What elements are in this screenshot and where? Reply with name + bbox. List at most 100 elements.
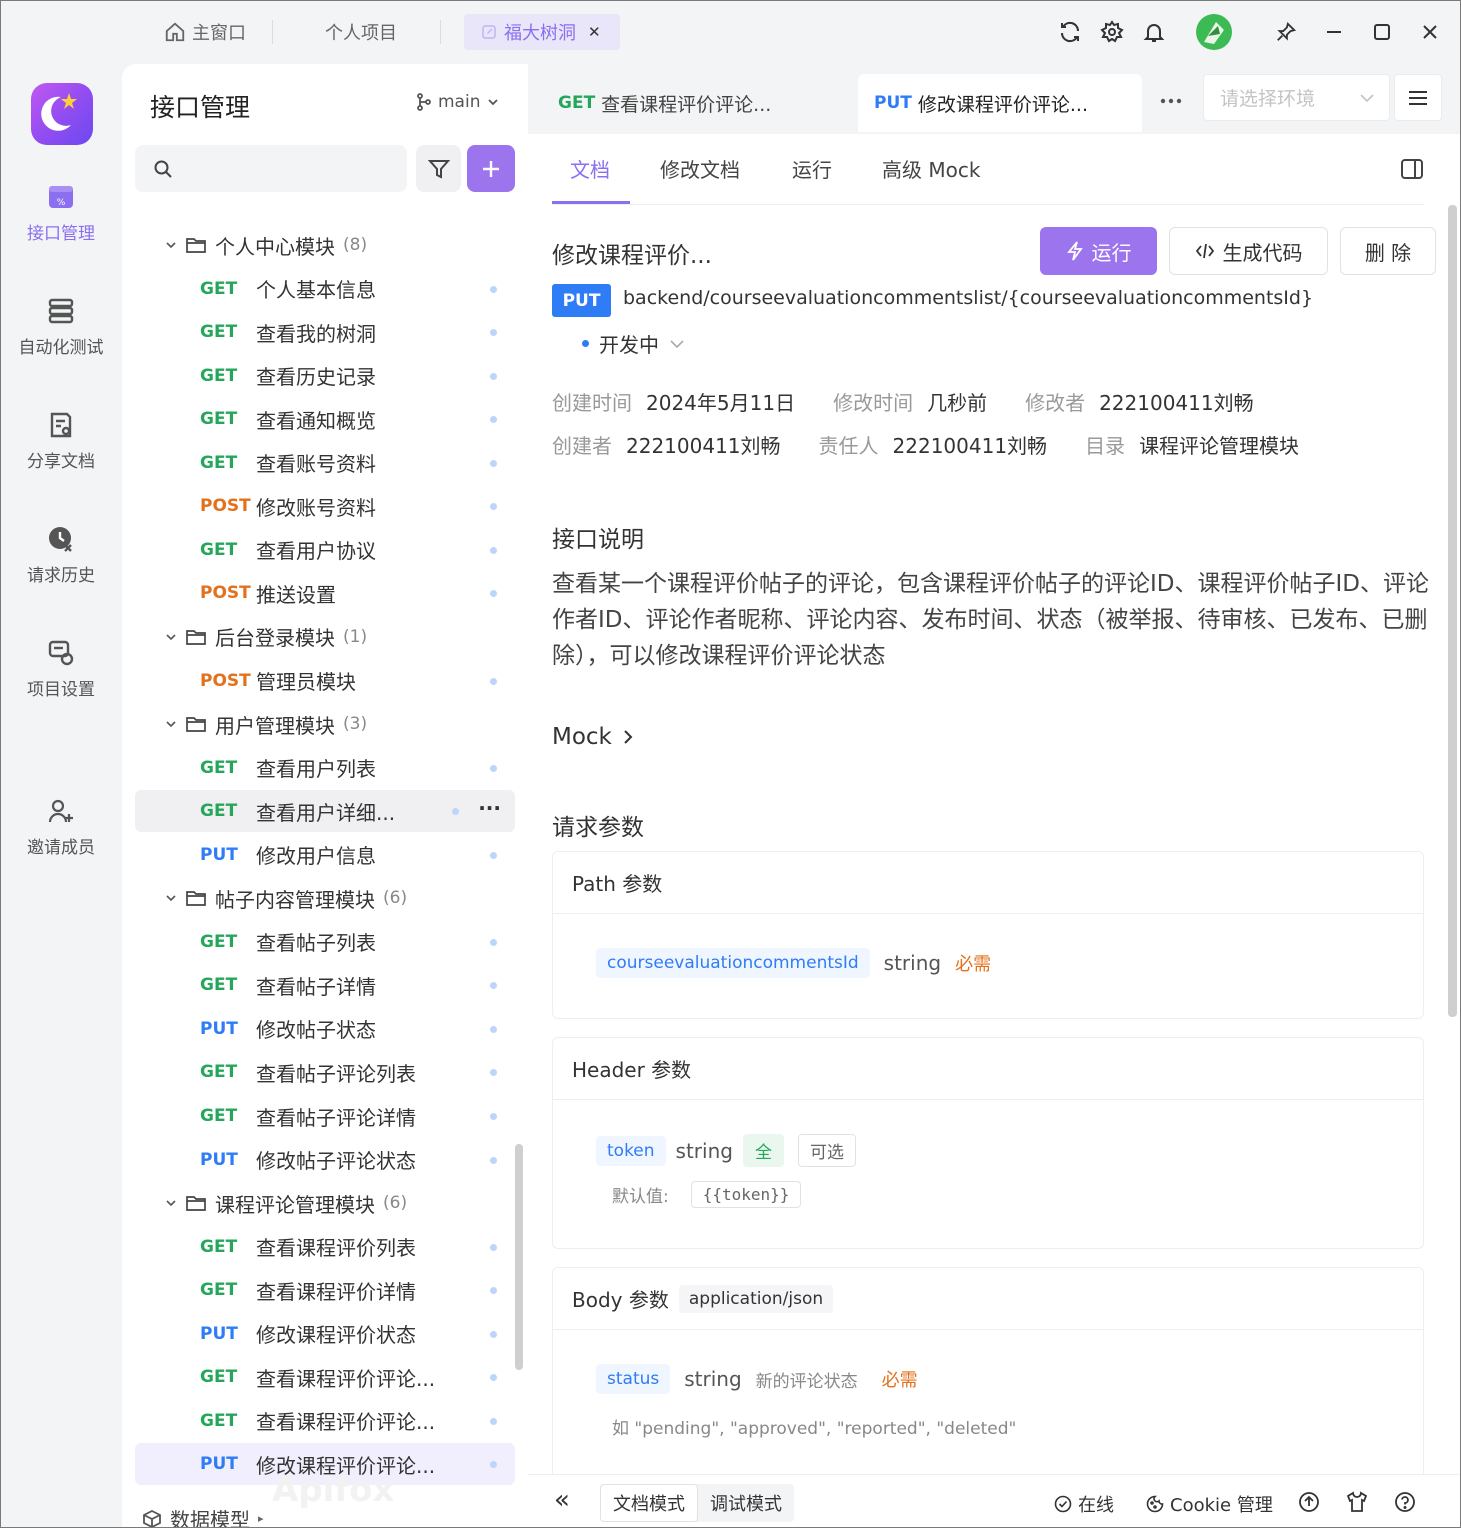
data-model-label: 数据模型 — [170, 1508, 250, 1528]
api-item[interactable]: GET 查看用户详细... ··· — [135, 790, 515, 833]
panel-toggle-icon[interactable] — [1400, 158, 1424, 180]
status-dot — [490, 1156, 497, 1164]
menu-button[interactable] — [1394, 74, 1442, 121]
api-name: 修改账号资料 — [256, 495, 376, 520]
method-label: GET — [200, 539, 238, 560]
run-button[interactable]: 运行 — [1040, 227, 1157, 275]
more-tabs-icon[interactable] — [1158, 88, 1184, 114]
api-name: 查看用户详细... — [256, 800, 396, 825]
maximize-icon[interactable] — [1368, 18, 1396, 46]
nav-request-history[interactable]: 请求历史 — [0, 525, 122, 586]
api-item[interactable]: GET 查看帖子评论列表 — [135, 1051, 515, 1093]
bell-icon[interactable] — [1140, 18, 1168, 46]
nav-api-management[interactable]: % 接口管理 — [0, 183, 122, 244]
tab-advanced-mock[interactable]: 高级 Mock — [882, 154, 980, 183]
api-item[interactable]: GET 查看帖子评论详情 — [135, 1095, 515, 1137]
body-params-card: Body 参数 application/json status string 新… — [552, 1267, 1424, 1507]
nav-project-settings[interactable]: 项目设置 — [0, 639, 122, 700]
add-api-button[interactable] — [467, 145, 515, 192]
status-dot — [490, 1243, 497, 1251]
refresh-icon[interactable] — [1056, 18, 1084, 46]
api-item[interactable]: POST 管理员模块 — [135, 660, 515, 702]
status-dot — [490, 677, 497, 685]
avatar[interactable] — [1196, 14, 1232, 50]
meta-value: 几秒前 — [927, 391, 988, 415]
tab-main-window[interactable]: 主窗口 — [164, 14, 246, 50]
tree-folder[interactable]: 用户管理模块 (3) — [135, 703, 515, 745]
folder-count: (1) — [343, 626, 368, 647]
api-item[interactable]: PUT 修改帖子评论状态 — [135, 1139, 515, 1181]
mock-section-toggle[interactable]: Mock — [552, 724, 634, 750]
chevron-down-icon — [166, 634, 176, 641]
api-name: 查看用户列表 — [256, 757, 376, 782]
upload-icon[interactable] — [1298, 1491, 1320, 1513]
tree-folder[interactable]: 个人中心模块 (8) — [135, 224, 515, 266]
api-item[interactable]: GET 查看帖子列表 — [135, 921, 515, 963]
environment-select[interactable]: 请选择环境 — [1203, 74, 1390, 121]
status-dot — [490, 1025, 497, 1033]
request-tab-put[interactable]: PUT 修改课程评价评论... — [858, 74, 1142, 132]
folder-name: 帖子内容管理模块 — [215, 887, 375, 912]
api-item[interactable]: POST 修改账号资料 — [135, 485, 515, 527]
gear-icon[interactable] — [1098, 18, 1126, 46]
api-item[interactable]: GET 查看课程评价详情 — [135, 1269, 515, 1311]
param-description: 新的评论状态 — [755, 1371, 858, 1392]
status-select[interactable]: 开发中 — [582, 329, 685, 358]
collapse-sidebar-icon[interactable]: « — [554, 1487, 570, 1513]
more-icon[interactable]: ··· — [478, 796, 501, 820]
search-input[interactable] — [135, 145, 407, 192]
tab-project-active[interactable]: 福大树洞 ✕ — [464, 14, 620, 50]
data-model-item[interactable]: 数据模型 ▸ — [142, 1504, 264, 1528]
help-icon[interactable] — [1394, 1491, 1416, 1513]
generate-code-button[interactable]: 生成代码 — [1169, 227, 1328, 275]
tshirt-icon[interactable] — [1346, 1491, 1368, 1513]
tab-personal-project[interactable]: 个人项目 — [325, 14, 397, 50]
doc-mode-button[interactable]: 文档模式 — [600, 1484, 698, 1522]
tab-run[interactable]: 运行 — [792, 154, 832, 183]
debug-mode-button[interactable]: 调试模式 — [698, 1484, 794, 1522]
api-item[interactable]: GET 查看课程评价列表 — [135, 1226, 515, 1268]
delete-button[interactable]: 删 除 — [1340, 227, 1436, 275]
api-item[interactable]: GET 查看账号资料 — [135, 442, 515, 484]
online-status[interactable]: 在线 — [1054, 1491, 1114, 1517]
api-item[interactable]: PUT 修改课程评价评论... — [135, 1443, 515, 1486]
tree-folder[interactable]: 课程评论管理模块 (6) — [135, 1182, 515, 1224]
tab-doc[interactable]: 文档 — [570, 154, 610, 183]
method-label: POST — [200, 670, 251, 691]
api-item[interactable]: GET 查看我的树洞 — [135, 311, 515, 353]
filter-button[interactable] — [416, 145, 461, 192]
api-item[interactable]: POST 推送设置 — [135, 572, 515, 614]
api-item[interactable]: GET 查看用户协议 — [135, 529, 515, 571]
cookie-manager[interactable]: Cookie 管理 — [1146, 1491, 1273, 1517]
api-item[interactable]: GET 查看历史记录 — [135, 355, 515, 397]
api-item[interactable]: GET 查看用户列表 — [135, 747, 515, 789]
window-close-icon[interactable] — [1416, 18, 1444, 46]
tab-edit-doc[interactable]: 修改文档 — [660, 154, 740, 183]
tree-folder[interactable]: 帖子内容管理模块 (6) — [135, 877, 515, 919]
branch-selector[interactable]: main — [416, 92, 500, 112]
api-item[interactable]: PUT 修改帖子状态 — [135, 1008, 515, 1050]
api-item[interactable]: PUT 修改课程评价状态 — [135, 1313, 515, 1355]
api-item[interactable]: GET 个人基本信息 — [135, 268, 515, 310]
doc-scrollbar[interactable] — [1448, 205, 1457, 1017]
api-item[interactable]: PUT 修改用户信息 — [135, 834, 515, 876]
api-item[interactable]: GET 查看通知概览 — [135, 398, 515, 440]
nav-label: 分享文档 — [27, 452, 95, 472]
api-name: 查看我的树洞 — [256, 321, 376, 346]
nav-invite-members[interactable]: 邀请成员 — [0, 797, 122, 858]
request-tab-get[interactable]: GET 查看课程评价评论... — [558, 74, 771, 132]
api-item[interactable]: GET 查看课程评价评论... — [135, 1356, 515, 1398]
api-item[interactable]: GET 查看课程评价评论... — [135, 1400, 515, 1442]
minimize-icon[interactable] — [1320, 18, 1348, 46]
close-icon[interactable]: ✕ — [588, 23, 601, 41]
tree-scrollbar[interactable] — [515, 1144, 523, 1370]
status-dot — [490, 1417, 497, 1425]
param-name: token — [596, 1135, 666, 1166]
tree-folder[interactable]: 后台登录模块 (1) — [135, 616, 515, 658]
nav-share-doc[interactable]: 分享文档 — [0, 411, 122, 472]
api-item[interactable]: GET 查看帖子详情 — [135, 964, 515, 1006]
nav-auto-test[interactable]: 自动化测试 — [0, 297, 122, 358]
status-dot — [490, 285, 497, 293]
folder-icon — [186, 630, 206, 645]
pin-icon[interactable] — [1272, 18, 1300, 46]
